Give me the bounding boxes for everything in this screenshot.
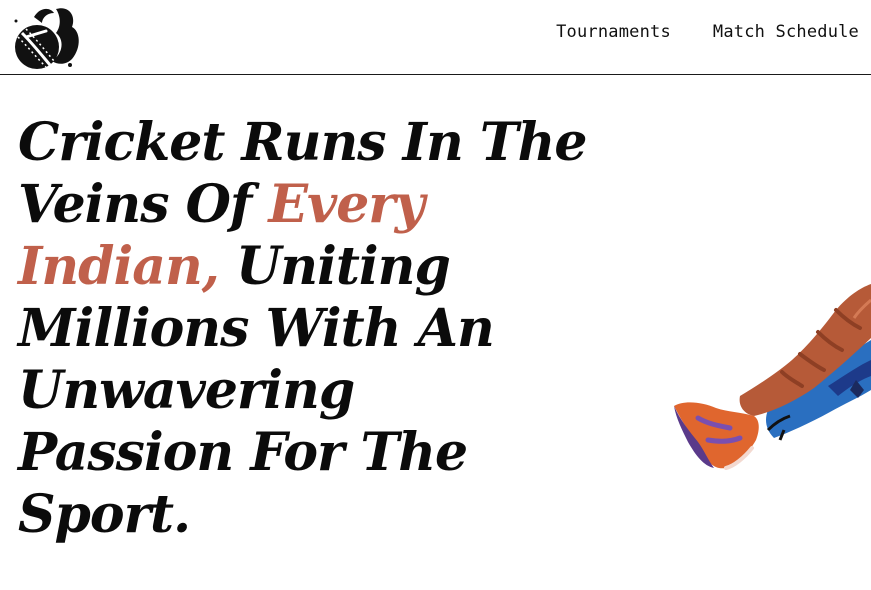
hero-line: Millions With An [18, 298, 495, 359]
cricketer-leg-pads-illustration [674, 284, 871, 470]
hero-accent-text: Every [268, 174, 425, 235]
cricket-ball-logo-icon[interactable] [12, 3, 82, 71]
hero-headline: Cricket Runs In The Veins Of Every India… [18, 112, 628, 546]
hero-line: Unwavering [18, 360, 355, 421]
hero-line: Uniting [218, 236, 451, 297]
hero-accent-text: Indian, [18, 236, 220, 297]
hero-line: Sport. [18, 484, 191, 545]
site-header: Tournaments Match Schedule [0, 0, 871, 75]
hero-line: Veins Of [18, 174, 269, 235]
nav-tournaments-link[interactable]: Tournaments [556, 22, 671, 42]
hero-line: Passion For The [18, 422, 468, 483]
nav-match-schedule-link[interactable]: Match Schedule [713, 22, 859, 42]
hero-line: Cricket Runs In The [18, 112, 587, 173]
main-nav: Tournaments Match Schedule [556, 22, 859, 42]
